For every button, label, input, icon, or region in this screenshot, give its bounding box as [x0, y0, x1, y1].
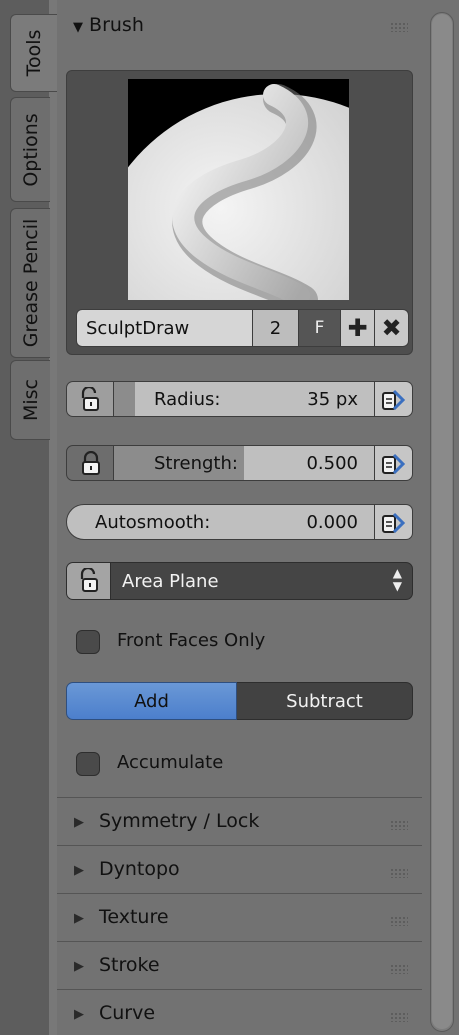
drag-grip-icon[interactable] [390, 916, 408, 926]
collapsed-arrow-icon: ▶ [74, 1007, 84, 1022]
strength-pressure-toggle[interactable] [375, 445, 413, 481]
brush-panel-title: ▼ Brush [73, 14, 144, 36]
x-icon: ✖ [381, 314, 402, 342]
brush-user-count[interactable]: 2 [253, 309, 299, 347]
tab-grease-pencil[interactable]: Grease Pencil [10, 208, 50, 358]
tab-tools-label: Tools [23, 29, 45, 77]
sculpt-plane-lock-toggle[interactable] [67, 563, 111, 599]
tab-options-label: Options [19, 112, 42, 187]
section-stroke[interactable]: ▶ Stroke [57, 941, 422, 989]
panel-scrollbar-area [422, 0, 459, 1035]
strength-label: Strength: [154, 453, 238, 474]
remove-brush-button[interactable]: ✖ [375, 309, 409, 347]
front-faces-only-checkbox[interactable] [76, 630, 100, 654]
collapsed-arrow-icon: ▶ [74, 863, 84, 878]
section-label: Dyntopo [99, 858, 180, 880]
front-faces-only-label: Front Faces Only [117, 630, 266, 651]
strength-slider[interactable]: Strength: 0.500 [114, 445, 375, 481]
radius-value: 35 px [307, 389, 358, 410]
radius-lock-toggle[interactable] [66, 381, 114, 417]
drag-grip-icon[interactable] [390, 820, 408, 830]
sculpt-plane-value: Area Plane [122, 571, 219, 592]
add-button[interactable]: Add [66, 682, 237, 720]
accumulate-label: Accumulate [117, 752, 224, 773]
autosmooth-value: 0.000 [306, 512, 358, 533]
accumulate-checkbox[interactable] [76, 752, 100, 776]
section-label: Symmetry / Lock [99, 810, 260, 832]
brush-preview-frame: SculptDraw 2 F ✚ ✖ [66, 70, 413, 355]
radius-slider[interactable]: Radius: 35 px [114, 381, 375, 417]
plus-icon: ✚ [347, 314, 368, 342]
fake-user-button[interactable]: F [299, 309, 341, 347]
tab-grease-pencil-label: Grease Pencil [19, 218, 42, 348]
section-dyntopo[interactable]: ▶ Dyntopo [57, 845, 422, 893]
section-texture[interactable]: ▶ Texture [57, 893, 422, 941]
drag-grip-icon[interactable] [390, 22, 408, 32]
radius-label: Radius: [154, 389, 221, 410]
tab-misc-label: Misc [19, 378, 42, 422]
autosmooth-row: Autosmooth: 0.000 [66, 504, 413, 540]
tab-strip-edge [49, 0, 57, 1035]
radius-pressure-toggle[interactable] [375, 381, 413, 417]
brush-preview-image[interactable] [128, 79, 349, 300]
subtract-button[interactable]: Subtract [237, 682, 413, 720]
brush-datablock-row: SculptDraw 2 F ✚ ✖ [67, 309, 412, 347]
collapsed-arrow-icon: ▶ [74, 911, 84, 926]
front-faces-only-checkbox-row[interactable]: Front Faces Only [76, 627, 376, 657]
radius-row: Radius: 35 px [66, 381, 413, 417]
autosmooth-slider[interactable]: Autosmooth: 0.000 [66, 504, 375, 540]
accumulate-checkbox-row[interactable]: Accumulate [76, 749, 376, 779]
drag-grip-icon[interactable] [390, 868, 408, 878]
brush-name-field[interactable]: SculptDraw [76, 309, 253, 347]
scrollbar-track[interactable] [430, 12, 454, 1032]
strength-value: 0.500 [306, 453, 358, 474]
scrollbar-thumb[interactable] [432, 14, 452, 1029]
drag-grip-icon[interactable] [390, 1012, 408, 1022]
section-symmetry-lock[interactable]: ▶ Symmetry / Lock [57, 797, 422, 845]
expand-arrow-icon: ▼ [73, 20, 83, 35]
tab-tools[interactable]: Tools [10, 14, 57, 92]
add-brush-button[interactable]: ✚ [341, 309, 375, 347]
autosmooth-pressure-toggle[interactable] [375, 504, 413, 540]
direction-toggle: Add Subtract [66, 682, 413, 720]
autosmooth-label: Autosmooth: [95, 512, 211, 533]
brush-panel-header[interactable]: ▼ Brush [57, 8, 422, 48]
brush-tools-panel: ▼ Brush SculptDraw 2 F ✚ ✖ Radius: 35 px… [57, 0, 422, 1035]
section-label: Stroke [99, 954, 160, 976]
unlock-icon [80, 568, 98, 592]
sculpt-plane-dropdown[interactable]: Area Plane ▲ ▼ [66, 562, 413, 600]
strength-row: Strength: 0.500 [66, 445, 413, 481]
pressure-pen-icon [382, 389, 406, 411]
lock-icon [82, 451, 100, 475]
unlock-icon [81, 387, 99, 411]
pressure-pen-icon [382, 512, 406, 534]
up-down-arrows-icon: ▲ ▼ [392, 566, 402, 593]
collapsed-arrow-icon: ▶ [74, 959, 84, 974]
tab-misc[interactable]: Misc [10, 360, 50, 440]
section-curve[interactable]: ▶ Curve [57, 989, 422, 1035]
pressure-pen-icon [382, 453, 406, 475]
tab-options[interactable]: Options [10, 97, 50, 202]
radius-slider-fill [114, 382, 135, 416]
strength-lock-toggle[interactable] [66, 445, 114, 481]
tool-tabs: Tools Options Grease Pencil Misc [0, 0, 57, 1035]
section-label: Curve [99, 1002, 156, 1024]
section-label: Texture [99, 906, 169, 928]
drag-grip-icon[interactable] [390, 964, 408, 974]
collapsed-arrow-icon: ▶ [74, 815, 84, 830]
